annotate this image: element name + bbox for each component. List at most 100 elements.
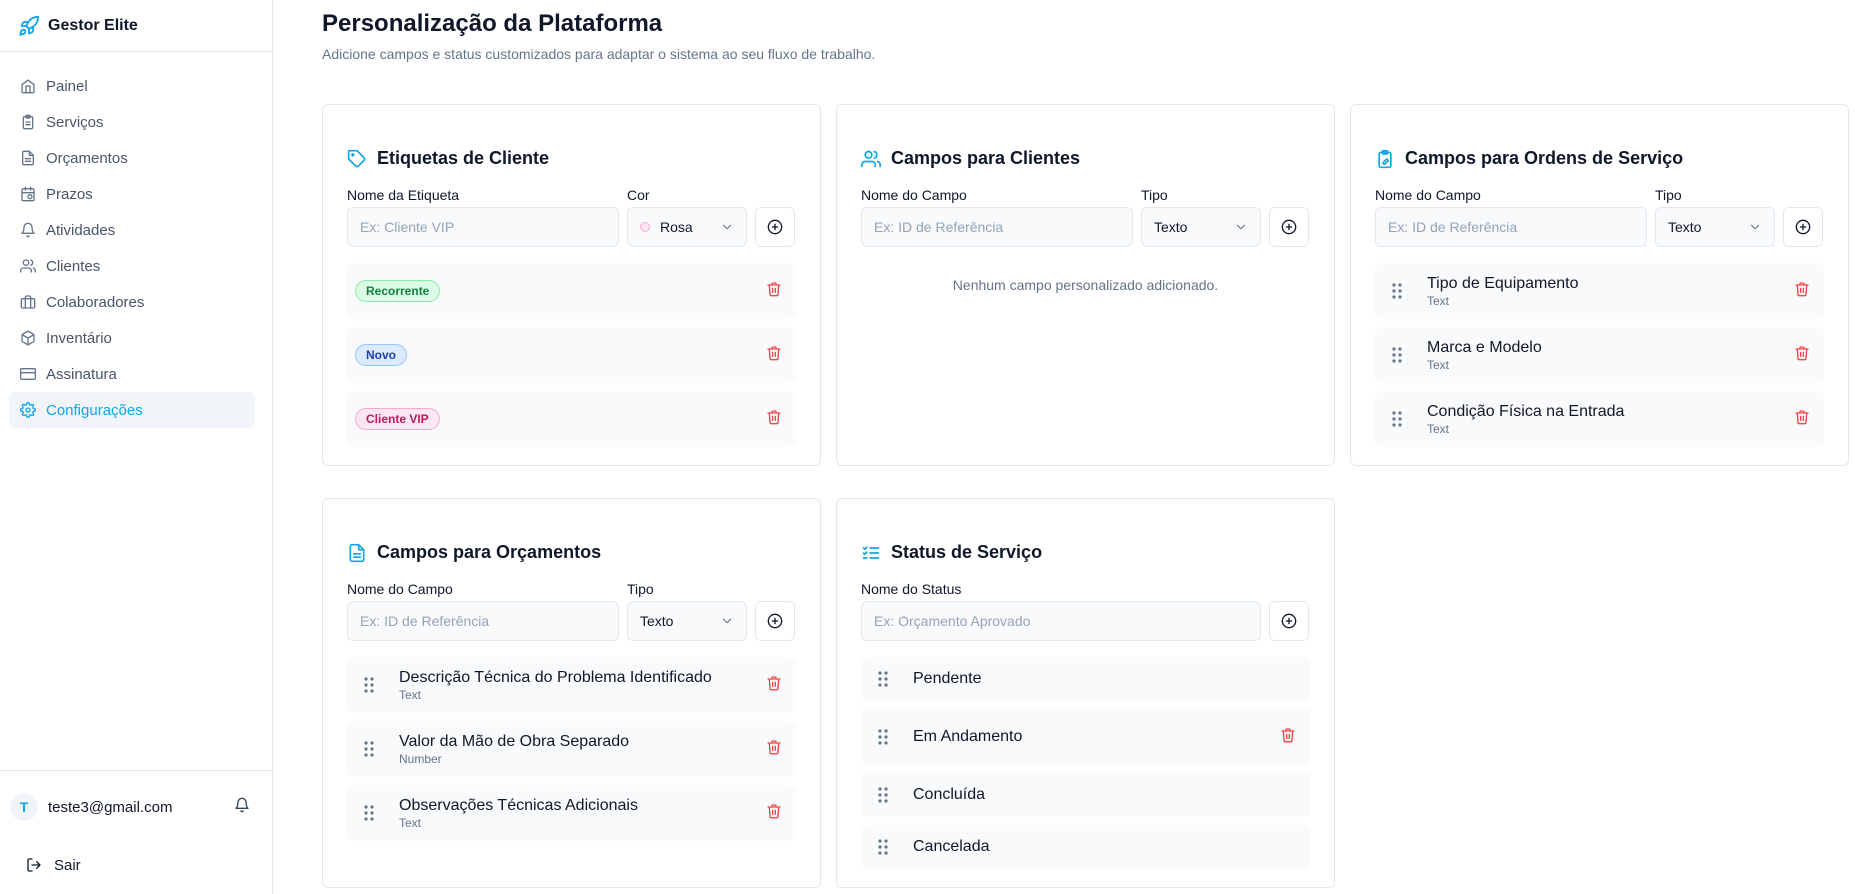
delete-button[interactable] bbox=[766, 675, 782, 696]
drag-handle-icon[interactable] bbox=[355, 676, 383, 694]
field-name-input[interactable]: Ex: ID de Referência bbox=[347, 601, 619, 641]
form-row: Ex: ID de Referência Texto bbox=[861, 207, 1310, 247]
status-name: Em Andamento bbox=[913, 728, 1023, 745]
list-item: Descrição Técnica do Problema Identifica… bbox=[347, 657, 796, 713]
delete-button[interactable] bbox=[1794, 345, 1810, 366]
field-name: Tipo de Equipamento bbox=[1427, 274, 1579, 292]
field-type: Text bbox=[399, 815, 422, 830]
field-type-select[interactable]: Texto bbox=[1141, 207, 1261, 247]
page-subtitle: Adicione campos e status customizados pa… bbox=[322, 46, 876, 62]
field-name-input[interactable]: Ex: ID de Referência bbox=[1375, 207, 1647, 247]
add-field-button[interactable] bbox=[1783, 207, 1823, 247]
tag-badge: Novo bbox=[355, 344, 407, 366]
chevron-down-icon bbox=[722, 224, 732, 230]
list-item: Cancelada bbox=[861, 825, 1310, 869]
list-checks-icon bbox=[862, 546, 880, 559]
briefcase-icon bbox=[20, 295, 36, 309]
tag-icon bbox=[347, 149, 366, 168]
sidebar-item-label: Atividades bbox=[46, 221, 116, 239]
card-header: Campos para Clientes bbox=[861, 105, 1310, 181]
delete-button[interactable] bbox=[1794, 409, 1810, 430]
clipboard-icon bbox=[22, 114, 34, 130]
delete-button[interactable] bbox=[766, 803, 782, 824]
field-type-select[interactable]: Texto bbox=[627, 601, 747, 641]
card-title: Status de Serviço bbox=[891, 542, 1043, 562]
field-type: Text bbox=[1427, 421, 1450, 436]
sidebar-item-servicos[interactable]: Serviços bbox=[9, 104, 255, 140]
chevron-down-icon bbox=[1236, 224, 1246, 230]
plus-circle-icon bbox=[767, 613, 783, 629]
sidebar-item-orcamentos[interactable]: Orçamentos bbox=[9, 140, 255, 176]
list-item: Tipo de Equipamento Text bbox=[1375, 263, 1824, 319]
trash-icon bbox=[767, 675, 781, 690]
sidebar-item-label: Assinatura bbox=[46, 365, 117, 383]
users-icon bbox=[20, 259, 36, 273]
app-name: Gestor Elite bbox=[48, 16, 138, 34]
field-name: Marca e Modelo bbox=[1427, 338, 1542, 356]
notifications-button[interactable] bbox=[234, 797, 250, 818]
sidebar-item-atividades[interactable]: Atividades bbox=[9, 212, 255, 248]
service-status-card: Status de Serviço Nome do Status Ex: Orç… bbox=[836, 498, 1335, 888]
drag-handle-icon[interactable] bbox=[869, 838, 897, 856]
tag-name-input[interactable]: Ex: Cliente VIP bbox=[347, 207, 619, 247]
field-type-select[interactable]: Texto bbox=[1655, 207, 1775, 247]
delete-button[interactable] bbox=[766, 409, 782, 430]
sidebar-item-assinatura[interactable]: Assinatura bbox=[9, 356, 255, 392]
add-field-button[interactable] bbox=[1269, 207, 1309, 247]
card-header: Etiquetas de Cliente bbox=[347, 105, 796, 181]
status-name: Pendente bbox=[913, 670, 982, 687]
tag-color-select[interactable]: Rosa bbox=[627, 207, 747, 247]
delete-button[interactable] bbox=[766, 739, 782, 760]
clipboard-edit-icon bbox=[1378, 149, 1392, 169]
sidebar-footer: T teste3@gmail.com Sair bbox=[0, 770, 272, 894]
field-name-label: Nome do Campo bbox=[1375, 187, 1481, 203]
drag-handle-icon[interactable] bbox=[1383, 410, 1411, 428]
credit-card-icon bbox=[20, 368, 36, 380]
add-status-button[interactable] bbox=[1269, 601, 1309, 641]
sidebar-item-colaboradores[interactable]: Colaboradores bbox=[9, 284, 255, 320]
field-type: Text bbox=[1427, 357, 1450, 372]
list-item: Novo bbox=[347, 327, 796, 383]
drag-handle-icon[interactable] bbox=[869, 670, 897, 688]
home-icon bbox=[21, 79, 35, 94]
sidebar-item-configuracoes[interactable]: Configurações bbox=[9, 392, 255, 428]
avatar[interactable]: T bbox=[10, 793, 38, 821]
form-labels: Nome da Etiqueta Cor bbox=[347, 181, 796, 203]
list-item: Cliente VIP bbox=[347, 391, 796, 447]
delete-button[interactable] bbox=[766, 281, 782, 302]
sidebar-item-label: Orçamentos bbox=[46, 149, 128, 167]
drag-handle-icon[interactable] bbox=[869, 786, 897, 804]
form-row: Ex: ID de Referência Texto bbox=[347, 601, 796, 641]
drag-handle-icon[interactable] bbox=[1383, 282, 1411, 300]
logout-button[interactable]: Sair bbox=[0, 843, 272, 887]
plus-circle-icon bbox=[767, 219, 783, 235]
drag-handle-icon[interactable] bbox=[355, 740, 383, 758]
status-name-input[interactable]: Ex: Orçamento Aprovado bbox=[861, 601, 1261, 641]
trash-icon bbox=[1281, 727, 1295, 742]
add-tag-button[interactable] bbox=[755, 207, 795, 247]
delete-button[interactable] bbox=[1794, 281, 1810, 302]
drag-handle-icon[interactable] bbox=[1383, 346, 1411, 364]
add-field-button[interactable] bbox=[755, 601, 795, 641]
sidebar-item-clientes[interactable]: Clientes bbox=[9, 248, 255, 284]
delete-button[interactable] bbox=[766, 345, 782, 366]
list-item: Condição Física na Entrada Text bbox=[1375, 391, 1824, 447]
settings-icon bbox=[20, 402, 36, 418]
users-icon bbox=[861, 150, 881, 168]
sidebar-item-painel[interactable]: Painel bbox=[9, 68, 255, 104]
sidebar-item-inventario[interactable]: Inventário bbox=[9, 320, 255, 356]
brand[interactable]: Gestor Elite bbox=[0, 0, 272, 52]
sidebar-item-label: Clientes bbox=[46, 257, 101, 275]
drag-handle-icon[interactable] bbox=[869, 728, 897, 746]
drag-handle-icon[interactable] bbox=[355, 804, 383, 822]
trash-icon bbox=[1795, 409, 1809, 424]
user-row: T teste3@gmail.com bbox=[0, 771, 272, 843]
logout-label: Sair bbox=[54, 856, 81, 874]
field-name-input[interactable]: Ex: ID de Referência bbox=[861, 207, 1133, 247]
select-value: Rosa bbox=[660, 219, 693, 235]
field-name: Observações Técnicas Adicionais bbox=[399, 796, 638, 814]
bell-icon bbox=[235, 797, 249, 812]
fields-list: Tipo de Equipamento Text Marca e Modelo … bbox=[1375, 263, 1824, 447]
sidebar-item-prazos[interactable]: Prazos bbox=[9, 176, 255, 212]
delete-button[interactable] bbox=[1280, 727, 1296, 748]
